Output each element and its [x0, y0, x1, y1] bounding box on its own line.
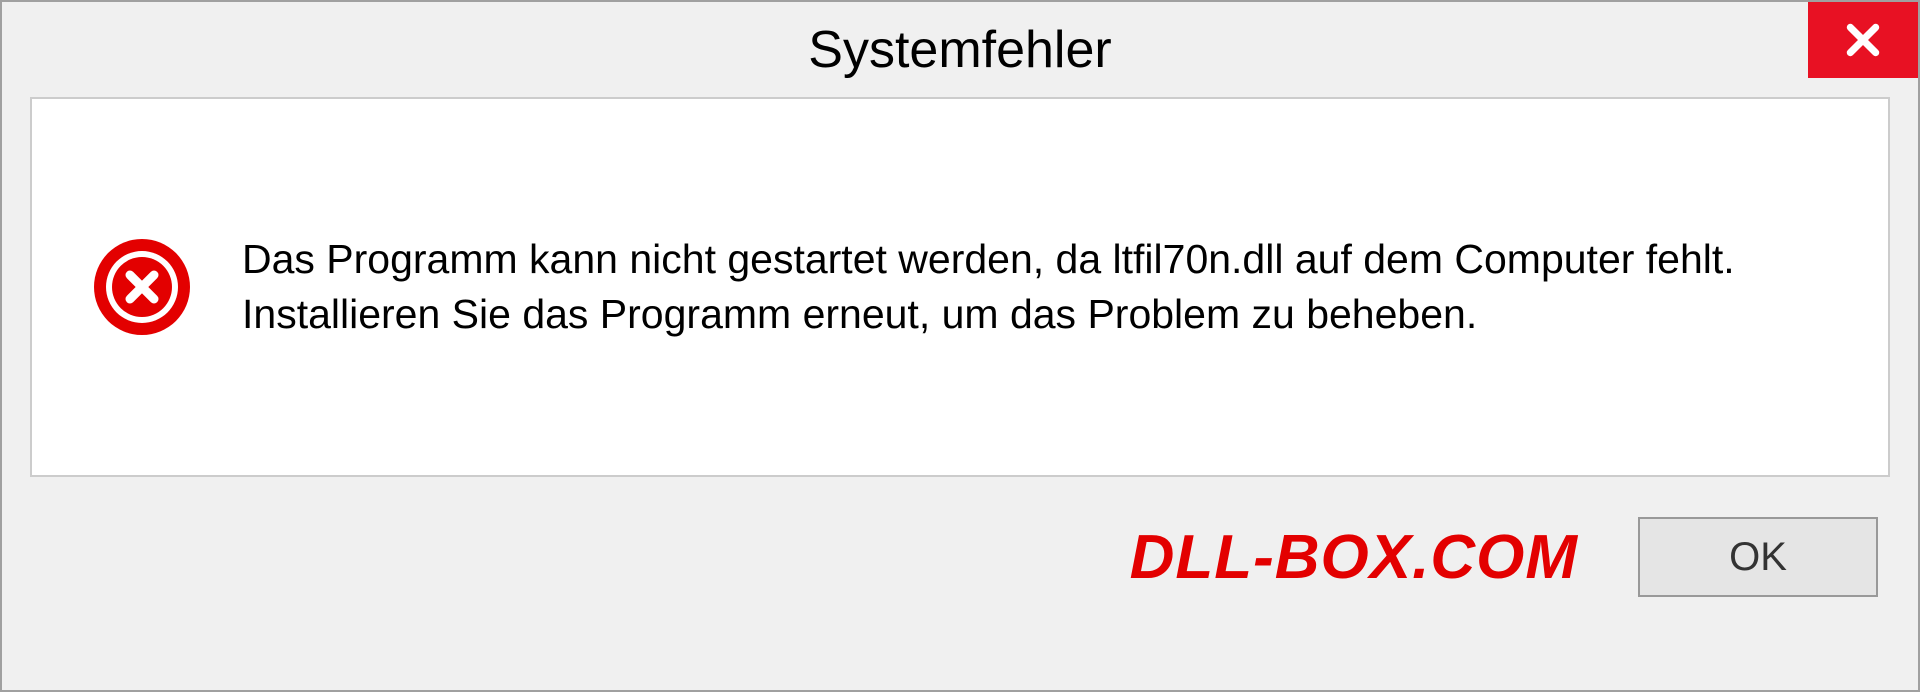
content-panel: Das Programm kann nicht gestartet werden…	[30, 97, 1890, 477]
watermark-text: DLL-BOX.COM	[1130, 522, 1578, 593]
ok-button[interactable]: OK	[1638, 517, 1878, 597]
footer: DLL-BOX.COM OK	[2, 477, 1918, 597]
titlebar: Systemfehler	[2, 2, 1918, 97]
error-icon	[92, 237, 192, 337]
dialog-title: Systemfehler	[808, 20, 1111, 80]
close-button[interactable]	[1808, 2, 1918, 78]
error-message: Das Programm kann nicht gestartet werden…	[242, 232, 1782, 343]
close-icon	[1844, 21, 1882, 59]
